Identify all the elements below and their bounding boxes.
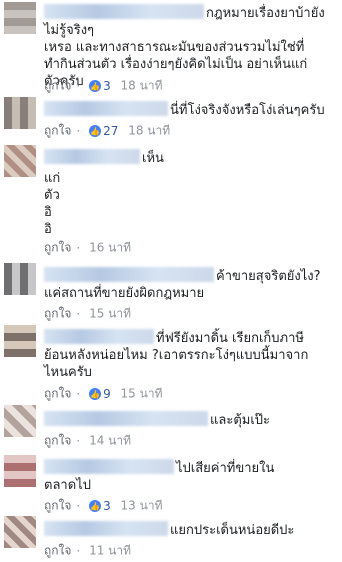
- timestamp[interactable]: 16 นาที: [89, 241, 131, 255]
- comment-line: และตุ้มเป๊ะ: [210, 413, 271, 428]
- comment-line: อิ: [44, 222, 52, 237]
- timestamp[interactable]: 15 นาที: [89, 307, 131, 321]
- comment-line: ไหนครับ: [44, 365, 92, 380]
- timestamp[interactable]: 18 นาที: [121, 79, 163, 93]
- comment-actions: ถูกใจ · 14 นาที: [44, 433, 132, 448]
- comment-actions: ถูกใจ· 9 15 นาที: [44, 385, 163, 403]
- like-button[interactable]: ถูกใจ: [44, 434, 71, 448]
- comment-line: ที่ฟรียังมาดิ้น เรียกเก็บภาษี: [156, 331, 304, 346]
- comment-line: เห็น: [142, 151, 164, 166]
- like-count[interactable]: 3: [103, 499, 111, 513]
- like-button[interactable]: ถูกใจ: [44, 241, 71, 255]
- avatar[interactable]: [4, 405, 36, 437]
- comment-line: ตลาดไป: [44, 478, 91, 493]
- like-button[interactable]: ถูกใจ: [44, 307, 71, 321]
- comment-actions: ถูกใจ · 16 นาที: [44, 240, 132, 255]
- timestamp[interactable]: 18 นาที: [128, 124, 170, 138]
- comment-actions: ถูกใจ· 3 18 นาที: [44, 77, 163, 95]
- commenter-name[interactable]: [44, 411, 208, 426]
- commenter-name[interactable]: [44, 267, 214, 282]
- comment-line: ไปเสียค่าที่ขายใน: [176, 461, 275, 476]
- commenter-name[interactable]: [44, 4, 204, 19]
- timestamp[interactable]: 11 นาที: [89, 544, 131, 558]
- commenter-name[interactable]: [44, 149, 140, 164]
- like-icon: [89, 79, 102, 95]
- commenter-name[interactable]: [44, 101, 168, 116]
- timestamp[interactable]: 14 นาที: [89, 434, 131, 448]
- like-button[interactable]: ถูกใจ: [44, 499, 71, 513]
- comment-line: แก่: [44, 171, 61, 186]
- avatar[interactable]: [4, 516, 36, 548]
- like-count[interactable]: 27: [103, 124, 118, 138]
- comment-text: ค้าขายสุจริตยังไง? แค่สถานที่ขายยังผิดกฎ…: [44, 267, 336, 302]
- comment-text: และตุ้มเป๊ะ: [44, 411, 336, 429]
- avatar[interactable]: [4, 145, 36, 177]
- timestamp[interactable]: 15 นาที: [121, 387, 163, 401]
- comment-text: แยกประเด็นหน่อยดีปะ: [44, 521, 336, 539]
- avatar[interactable]: [4, 455, 36, 487]
- comment-text: ไปเสียค่าที่ขายใน ตลาดไป: [44, 459, 336, 494]
- commenter-name[interactable]: [44, 459, 174, 474]
- comment-line: ตัว: [44, 188, 60, 203]
- like-icon: [89, 124, 102, 140]
- like-button[interactable]: ถูกใจ: [44, 387, 71, 401]
- comment-line: แค่สถานที่ขายยังผิดกฎหมาย: [44, 286, 205, 301]
- comment-text: นี่ที่โง่จริงจังหรือโง่เล่นๆครับ: [44, 101, 336, 119]
- timestamp[interactable]: 13 นาที: [121, 499, 163, 513]
- like-icon: [89, 499, 102, 515]
- avatar[interactable]: [4, 263, 36, 295]
- comment-line: อิ: [44, 205, 52, 220]
- like-icon: [89, 387, 102, 403]
- comment-text: ที่ฟรียังมาดิ้น เรียกเก็บภาษี ย้อนหลังหน…: [44, 329, 336, 381]
- comment-line: ย้อนหลังหน่อยไหม ?เอาตรรกะโง่ๆแบบนี้มาจา…: [44, 348, 309, 363]
- like-button[interactable]: ถูกใจ: [44, 79, 71, 93]
- like-count[interactable]: 9: [103, 387, 111, 401]
- comment-actions: ถูกใจ· 27 18 นาที: [44, 122, 170, 140]
- comment-line: นี่ที่โง่จริงจังหรือโง่เล่นๆครับ: [170, 103, 325, 118]
- commenter-name[interactable]: [44, 521, 168, 536]
- comment-actions: ถูกใจ · 15 นาที: [44, 306, 132, 321]
- comment-actions: ถูกใจ · 11 นาที: [44, 543, 132, 558]
- comment-actions: ถูกใจ· 3 13 นาที: [44, 497, 163, 515]
- avatar[interactable]: [4, 97, 36, 129]
- avatar[interactable]: [4, 325, 36, 357]
- like-button[interactable]: ถูกใจ: [44, 544, 71, 558]
- comment-text: เห็น แก่ ตัว อิ อิ: [44, 149, 336, 238]
- like-count[interactable]: 3: [103, 79, 111, 93]
- like-button[interactable]: ถูกใจ: [44, 124, 71, 138]
- comment-line: เหรอ และทางสาธารณะมันของส่วนรวมไม่ใช่ที่: [44, 40, 305, 55]
- commenter-name[interactable]: [44, 329, 154, 344]
- comment-line: ค้าขายสุจริตยังไง?: [216, 269, 321, 284]
- avatar[interactable]: [4, 2, 36, 34]
- comment-line: ทำกินส่วนตัว เรื่องง่ายๆยังคิดไม่เป็น อย…: [44, 57, 308, 72]
- comment-line: แยกประเด็นหน่อยดีปะ: [170, 523, 295, 538]
